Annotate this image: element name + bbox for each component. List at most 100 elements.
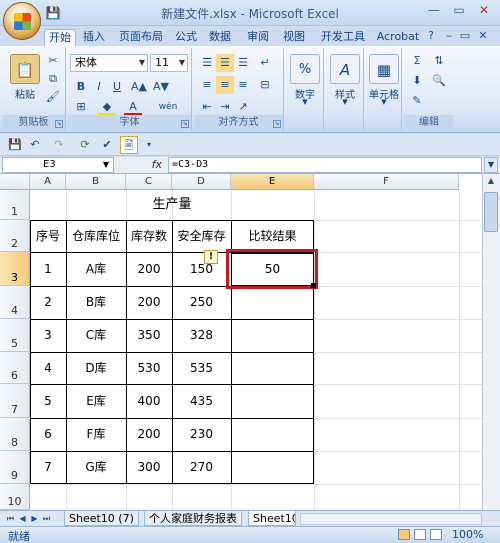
- help-icon[interactable]: ?: [424, 27, 438, 45]
- border-icon[interactable]: ⊞: [72, 98, 90, 116]
- first-sheet-icon[interactable]: ⏮: [6, 513, 15, 524]
- increase-indent-icon[interactable]: ⇥: [216, 98, 234, 116]
- font-launcher-icon[interactable]: ↘: [181, 120, 189, 128]
- table-cell[interactable]: 250: [172, 286, 231, 319]
- table-cell[interactable]: 270: [172, 451, 231, 484]
- table-cell[interactable]: C库: [66, 319, 126, 352]
- clear-icon[interactable]: ✎: [408, 92, 426, 110]
- error-warning-icon[interactable]: !: [204, 250, 218, 264]
- grow-font-icon[interactable]: A▲: [130, 78, 148, 96]
- align-center-icon[interactable]: ≡: [216, 76, 234, 94]
- next-sheet-icon[interactable]: ▶: [30, 513, 39, 524]
- normal-view-icon[interactable]: [398, 529, 410, 540]
- paste-icon[interactable]: 📋: [10, 54, 40, 84]
- tab-home[interactable]: 开始: [44, 29, 76, 46]
- table-cell[interactable]: 400: [126, 384, 172, 418]
- row-header-10[interactable]: 10: [0, 484, 30, 510]
- ribbon-restore-icon[interactable]: ▭: [458, 27, 472, 45]
- table-cell[interactable]: 150: [172, 252, 231, 286]
- table-cell[interactable]: 535: [172, 352, 231, 384]
- save-icon[interactable]: 💾: [6, 136, 24, 154]
- sheet-tab-active[interactable]: Sheet10: [248, 511, 296, 526]
- alignment-launcher-icon[interactable]: ↘: [273, 120, 281, 128]
- row-header-5[interactable]: 5: [0, 319, 30, 352]
- table-cell[interactable]: G库: [66, 451, 126, 484]
- align-left-icon[interactable]: ≡: [198, 76, 216, 94]
- tab-insert[interactable]: 插入: [80, 29, 108, 46]
- print-preview-icon[interactable]: 🖹: [120, 136, 138, 154]
- column-header-a[interactable]: A: [30, 174, 66, 190]
- sheet-tab[interactable]: Sheet10 (7): [64, 511, 139, 526]
- minimize-icon[interactable]: —: [424, 3, 444, 20]
- shrink-font-icon[interactable]: A▼: [152, 78, 170, 96]
- clipboard-launcher-icon[interactable]: ↘: [55, 120, 63, 128]
- table-title[interactable]: 生产量: [30, 190, 314, 220]
- name-box[interactable]: E3 ▼: [2, 157, 114, 173]
- header-cell[interactable]: 库存数: [126, 220, 172, 252]
- align-right-icon[interactable]: ≡: [234, 76, 252, 94]
- table-cell[interactable]: 1: [30, 252, 66, 286]
- format-painter-icon[interactable]: 🖌: [44, 88, 62, 106]
- column-header-b[interactable]: B: [66, 174, 126, 190]
- table-cell[interactable]: 200: [126, 252, 172, 286]
- table-cell[interactable]: E库: [66, 384, 126, 418]
- table-cell[interactable]: F库: [66, 418, 126, 451]
- fill-color-icon[interactable]: ◆: [98, 98, 116, 116]
- styles-icon[interactable]: A: [330, 54, 360, 84]
- table-cell[interactable]: 328: [172, 319, 231, 352]
- table-cell[interactable]: 3: [30, 319, 66, 352]
- wrap-text-icon[interactable]: ↵: [256, 54, 274, 72]
- font-size-select[interactable]: 11 ▼: [150, 54, 188, 72]
- copy-icon[interactable]: ⧉: [44, 70, 62, 88]
- table-cell[interactable]: 200: [126, 418, 172, 451]
- select-all-corner[interactable]: [0, 174, 30, 190]
- fill-handle[interactable]: [311, 283, 316, 288]
- sheet-tab[interactable]: 个人家庭财务报表: [144, 511, 242, 526]
- page-break-view-icon[interactable]: [430, 529, 442, 540]
- align-bottom-icon[interactable]: ☰: [234, 54, 252, 72]
- spell-check-icon[interactable]: ✔: [98, 136, 116, 154]
- phonetic-guide-button[interactable]: wén: [154, 98, 182, 116]
- last-sheet-icon[interactable]: ⏭: [42, 513, 51, 524]
- insert-function-button[interactable]: fx: [118, 157, 166, 173]
- maximize-icon[interactable]: ▭: [449, 3, 469, 20]
- table-cell[interactable]: 530: [126, 352, 172, 384]
- close-icon[interactable]: ✕: [474, 3, 494, 20]
- tab-acrobat[interactable]: Acrobat: [374, 29, 422, 46]
- scroll-up-icon[interactable]: ▲: [483, 174, 499, 188]
- row-header-6[interactable]: 6: [0, 352, 30, 384]
- tab-review[interactable]: 审阅: [244, 29, 272, 46]
- table-cell[interactable]: 350: [126, 319, 172, 352]
- tab-data[interactable]: 数据: [206, 29, 234, 46]
- undo-icon[interactable]: ↶: [26, 136, 44, 154]
- table-cell[interactable]: 7: [30, 451, 66, 484]
- table-cell[interactable]: 300: [126, 451, 172, 484]
- ribbon-close-icon[interactable]: ✕: [476, 27, 490, 45]
- row-header-2[interactable]: 2: [0, 220, 30, 252]
- tab-view[interactable]: 视图: [280, 29, 308, 46]
- fill-icon[interactable]: ⬇: [408, 72, 426, 90]
- underline-button[interactable]: U: [108, 78, 126, 96]
- column-header-c[interactable]: C: [126, 174, 172, 190]
- column-header-d[interactable]: D: [172, 174, 231, 190]
- horizontal-scrollbar[interactable]: [300, 513, 482, 525]
- row-header-7[interactable]: 7: [0, 384, 30, 418]
- bold-button[interactable]: B: [72, 78, 90, 96]
- tab-developer[interactable]: 开发工具: [318, 29, 368, 46]
- row-header-9[interactable]: 9: [0, 451, 30, 484]
- formula-input[interactable]: =C3-D3: [168, 157, 482, 173]
- paste-label[interactable]: 粘贴: [6, 86, 44, 101]
- column-header-f[interactable]: F: [314, 174, 459, 190]
- table-cell[interactable]: 2: [30, 286, 66, 319]
- cells-icon[interactable]: ▦: [369, 54, 399, 84]
- header-cell[interactable]: 安全库存: [172, 220, 231, 252]
- table-cell[interactable]: 230: [172, 418, 231, 451]
- table-cell[interactable]: D库: [66, 352, 126, 384]
- redo-icon[interactable]: ↷: [50, 136, 68, 154]
- find-select-icon[interactable]: 🔍: [430, 72, 448, 90]
- customize-qat-icon[interactable]: ▾: [140, 136, 158, 154]
- page-layout-view-icon[interactable]: [414, 529, 426, 540]
- expand-formula-icon[interactable]: ▼: [484, 157, 498, 173]
- column-header-e[interactable]: E: [231, 174, 314, 190]
- row-header-1[interactable]: 1: [0, 190, 30, 220]
